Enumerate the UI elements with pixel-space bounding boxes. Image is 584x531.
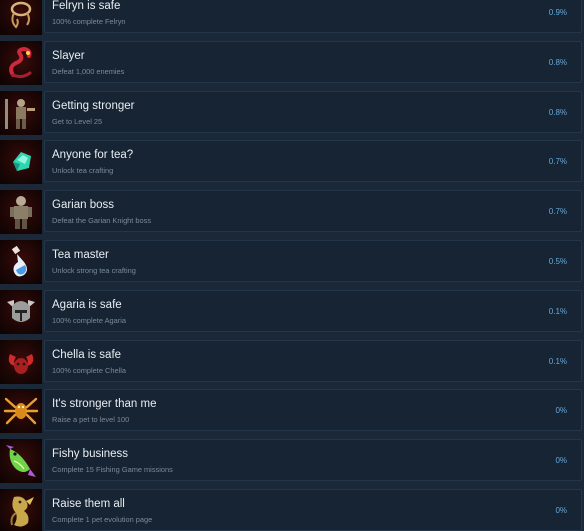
achievement-icon <box>0 41 42 85</box>
achievement-icon <box>0 240 42 284</box>
achievement-title: Tea master <box>52 249 109 261</box>
horns-icon <box>8 354 34 374</box>
achievement-title: Anyone for tea? <box>52 149 134 161</box>
achievement-percent: 0.1% <box>548 357 567 366</box>
dragon-icon <box>10 496 34 527</box>
spider-icon <box>3 397 39 425</box>
achievement-row[interactable]: Felryn is safe 100% complete Felryn 0.9% <box>0 0 584 35</box>
achievement-title: Garian boss <box>52 199 115 211</box>
serpent-icon <box>9 46 32 79</box>
achievement-description: 100% complete Chella <box>52 366 126 375</box>
achievement-icon <box>0 91 42 135</box>
achievement-row[interactable]: Garian boss Defeat the Garian Knight bos… <box>0 190 584 234</box>
achievement-panel: Anyone for tea? Unlock tea crafting 0.7% <box>44 140 582 182</box>
achievement-list: Felryn is safe 100% complete Felryn 0.9%… <box>0 0 584 531</box>
achievement-panel: Felryn is safe 100% complete Felryn 0.9% <box>44 0 582 33</box>
achievement-percent: 0% <box>555 506 567 515</box>
achievement-row[interactable]: Anyone for tea? Unlock tea crafting 0.7% <box>0 140 584 184</box>
achievement-percent: 0% <box>555 456 567 465</box>
achievement-row[interactable]: Agaria is safe 100% complete Agaria 0.1% <box>0 290 584 334</box>
achievement-icon <box>0 290 42 334</box>
achievement-description: Complete 1 pet evolution page <box>52 515 153 524</box>
achievement-percent: 0% <box>555 406 567 415</box>
achievement-title: Felryn is safe <box>52 0 121 12</box>
achievement-panel: Slayer Defeat 1,000 enemies 0.8% <box>44 41 582 83</box>
achievement-title: Raise them all <box>52 498 125 510</box>
achievement-icon <box>0 190 42 234</box>
achievement-panel: Chella is safe 100% complete Chella 0.1% <box>44 340 582 382</box>
achievement-percent: 0.8% <box>548 108 567 117</box>
achievement-row[interactable]: Slayer Defeat 1,000 enemies 0.8% <box>0 41 584 85</box>
achievement-icon <box>0 340 42 384</box>
fish-icon <box>6 445 36 477</box>
achievement-row[interactable]: It's stronger than me Raise a pet to lev… <box>0 389 584 433</box>
achievement-description: Unlock strong tea crafting <box>52 266 136 275</box>
helmet-icon <box>7 300 35 322</box>
achievement-description: Get to Level 25 <box>52 117 103 126</box>
achievement-icon <box>0 489 42 531</box>
achievement-percent: 0.7% <box>548 157 567 166</box>
achievement-title: It's stronger than me <box>52 398 157 410</box>
achievement-row[interactable]: Fishy business Complete 15 Fishing Game … <box>0 439 584 483</box>
achievement-row[interactable]: Getting stronger Get to Level 25 0.8% <box>0 91 584 135</box>
warrior-icon <box>5 99 35 129</box>
achievement-percent: 0.7% <box>548 207 567 216</box>
achievement-icon <box>0 389 42 433</box>
achievement-icon <box>0 0 42 35</box>
achievement-title: Getting stronger <box>52 100 135 112</box>
achievement-percent: 0.1% <box>548 307 567 316</box>
achievement-row[interactable]: Raise them all Complete 1 pet evolution … <box>0 489 584 531</box>
potion-icon <box>11 245 27 277</box>
achievement-percent: 0.9% <box>548 8 567 17</box>
achievement-title: Slayer <box>52 50 85 62</box>
achievement-icon <box>0 439 42 483</box>
achievement-row[interactable]: Chella is safe 100% complete Chella 0.1% <box>0 340 584 384</box>
achievement-row[interactable]: Tea master Unlock strong tea crafting 0.… <box>0 240 584 284</box>
achievement-description: 100% complete Felryn <box>52 17 126 26</box>
achievement-description: Unlock tea crafting <box>52 166 114 175</box>
achievement-description: Defeat the Garian Knight boss <box>52 216 152 225</box>
achievement-panel: Agaria is safe 100% complete Agaria 0.1% <box>44 290 582 332</box>
rope-icon <box>10 1 32 29</box>
achievement-panel: It's stronger than me Raise a pet to lev… <box>44 389 582 431</box>
achievement-title: Fishy business <box>52 448 129 460</box>
achievement-percent: 0.8% <box>548 58 567 67</box>
achievement-panel: Tea master Unlock strong tea crafting 0.… <box>44 240 582 282</box>
achievement-panel: Raise them all Complete 1 pet evolution … <box>44 489 582 531</box>
knight-icon <box>10 196 32 229</box>
achievement-title: Agaria is safe <box>52 299 122 311</box>
achievement-panel: Getting stronger Get to Level 25 0.8% <box>44 91 582 133</box>
achievement-description: Complete 15 Fishing Game missions <box>52 465 173 474</box>
achievement-description: Raise a pet to level 100 <box>52 415 130 424</box>
achievement-description: 100% complete Agaria <box>52 316 126 325</box>
achievement-icon <box>0 140 42 184</box>
achievement-description: Defeat 1,000 enemies <box>52 67 125 76</box>
achievement-percent: 0.5% <box>548 257 567 266</box>
achievement-panel: Garian boss Defeat the Garian Knight bos… <box>44 190 582 232</box>
achievement-title: Chella is safe <box>52 349 122 361</box>
achievement-panel: Fishy business Complete 15 Fishing Game … <box>44 439 582 481</box>
gem-icon <box>13 152 31 171</box>
